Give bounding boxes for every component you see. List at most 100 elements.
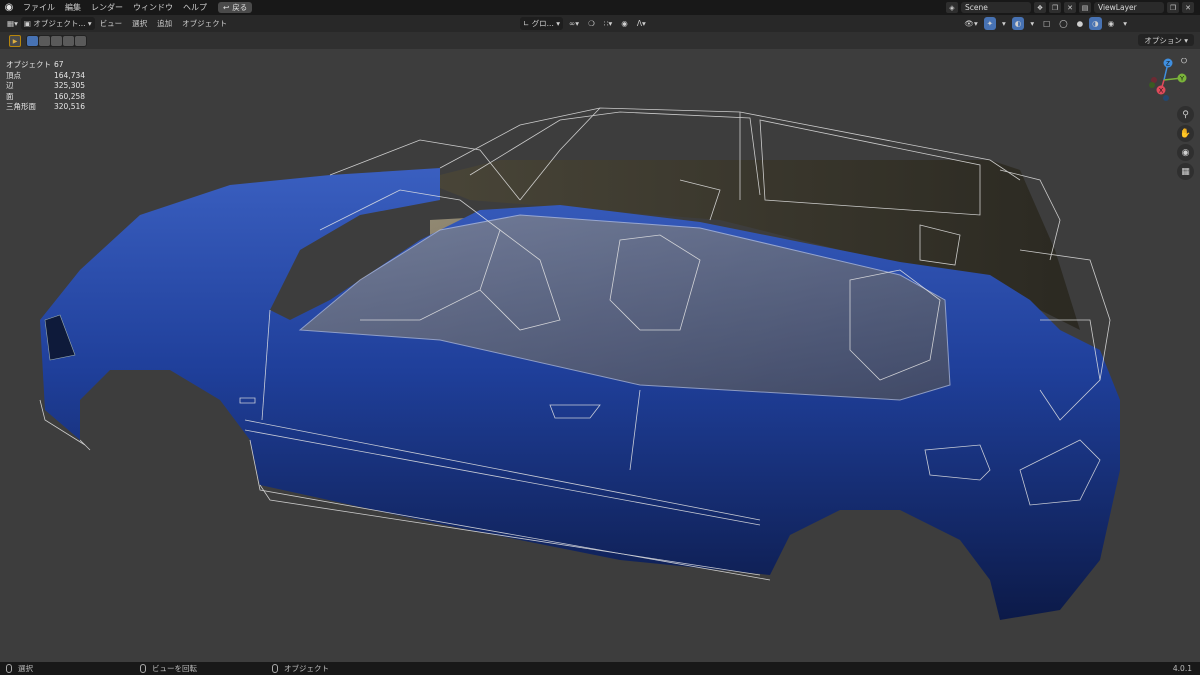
rendered-shading-icon[interactable]: ◉ — [1105, 17, 1118, 30]
gizmo-y-label: Y — [1180, 76, 1185, 83]
wireframe-shading-icon[interactable]: ◯ — [1056, 17, 1070, 30]
menu-render[interactable]: レンダー — [86, 0, 128, 15]
options-label: オプション — [1144, 35, 1182, 45]
navigation-gizmo[interactable]: Z Y X — [1140, 58, 1190, 108]
status-rotate: ビューを回転 — [140, 663, 197, 674]
viewport-header: ▦▾ ▣ オブジェクト... ▾ ビュー 選択 追加 オブジェクト ∟ グロ..… — [0, 15, 1200, 32]
menu-object[interactable]: オブジェクト — [177, 18, 232, 29]
orientation-icon: ∟ — [523, 19, 532, 28]
new-scene-icon[interactable]: ❐ — [1049, 2, 1061, 13]
snap-target-icon[interactable]: ∷▾ — [601, 17, 616, 30]
gizmo-menu-icon[interactable]: ▾ — [999, 17, 1009, 30]
select-tool-icon[interactable]: ▶ — [9, 35, 21, 47]
select-extend-icon[interactable] — [39, 36, 50, 46]
view-layer-name: ViewLayer — [1098, 3, 1137, 12]
scene-field[interactable]: Scene — [961, 2, 1031, 13]
solid-shading-icon[interactable]: ● — [1074, 17, 1087, 30]
stat-label: 頂点 — [6, 70, 21, 80]
scene-statistics: オブジェクト 67 頂点 164,734 辺 325,305 面 160,258 三角形… — [6, 60, 85, 113]
stat-value: 320,516 — [54, 102, 86, 111]
status-object-label: オブジェクト — [284, 664, 329, 673]
back-icon: ↩ — [223, 3, 230, 12]
snap-icon[interactable]: ❍ — [585, 17, 598, 30]
close-view-layer-icon[interactable]: ✕ — [1182, 2, 1194, 13]
mode-label: オブジェクト... — [33, 19, 86, 28]
stat-value: 160,258 — [54, 91, 86, 101]
new-view-layer-icon[interactable]: ❐ — [1167, 2, 1179, 13]
menu-add[interactable]: 追加 — [152, 18, 177, 29]
chevron-down-icon: ▾ — [1181, 35, 1188, 45]
tool-settings-row: ▶ オプション ▾ — [0, 32, 1200, 49]
view-layer-field[interactable]: ViewLayer — [1094, 2, 1164, 13]
mouse-right-icon — [272, 664, 278, 673]
gizmo-neg-z[interactable] — [1163, 95, 1169, 101]
close-scene-icon[interactable]: ✕ — [1064, 2, 1076, 13]
stat-label: 辺 — [6, 81, 14, 90]
mode-dropdown[interactable]: ▣ オブジェクト... ▾ — [20, 17, 95, 30]
top-bar: ◉ ファイル 編集 レンダー ウィンドウ ヘルプ ↩ 戻る ◈ Scene ❖ … — [0, 0, 1200, 15]
stat-value: 325,305 — [54, 81, 86, 90]
transform-orientation-dropdown[interactable]: ∟ グロ... ▾ — [520, 17, 563, 30]
back-label: 戻る — [232, 3, 248, 12]
menu-edit[interactable]: 編集 — [60, 0, 86, 15]
gizmo-z-label: Z — [1166, 61, 1170, 68]
chevron-down-icon: ▾ — [85, 19, 92, 28]
selection-mode-group — [26, 35, 87, 47]
gizmo-neg-y[interactable] — [1149, 82, 1155, 88]
pivot-icon[interactable]: ∞▾ — [566, 17, 582, 30]
3d-viewport[interactable] — [0, 49, 1200, 662]
version-label: 4.0.1 — [1172, 664, 1192, 673]
gizmo-x-label: X — [1159, 88, 1164, 95]
zoom-icon[interactable]: ⚲ — [1177, 106, 1194, 123]
falloff-icon[interactable]: Λ▾ — [634, 17, 649, 30]
status-select-label: 選択 — [18, 664, 33, 673]
stat-label: 三角形面 — [6, 102, 36, 111]
options-dropdown[interactable]: オプション ▾ — [1138, 34, 1194, 46]
stat-row: 面 160,258 — [6, 92, 85, 103]
overlay-toggle-icon[interactable]: ◐ — [1011, 17, 1025, 30]
visibility-icon[interactable]: 👁▾ — [961, 17, 980, 30]
menu-select[interactable]: 選択 — [127, 18, 152, 29]
grid-icon[interactable]: ▦ — [1177, 163, 1194, 180]
scene-name: Scene — [965, 3, 988, 12]
select-intersect-icon[interactable] — [75, 36, 86, 46]
stat-row: オブジェクト 67 — [6, 60, 85, 71]
overlay-menu-icon[interactable]: ▾ — [1027, 17, 1037, 30]
proportional-edit-icon[interactable]: ◉ — [618, 17, 631, 30]
menu-file[interactable]: ファイル — [18, 0, 60, 15]
status-select: 選択 — [6, 663, 33, 674]
object-mode-icon: ▣ — [23, 19, 34, 28]
stat-value: 164,734 — [54, 70, 86, 80]
stat-value: 67 — [54, 60, 64, 69]
chevron-down-icon: ▾ — [553, 19, 560, 28]
menu-view[interactable]: ビュー — [95, 18, 128, 29]
material-shading-icon[interactable]: ◑ — [1089, 17, 1102, 30]
stat-row: 頂点 164,734 — [6, 71, 85, 82]
mouse-middle-icon — [140, 664, 146, 673]
gizmo-toggle-icon[interactable]: ✦ — [983, 17, 997, 30]
xray-icon[interactable]: □ — [1040, 17, 1053, 30]
stat-row: 三角形面 320,516 — [6, 102, 85, 113]
select-subtract-icon[interactable] — [51, 36, 62, 46]
menu-window[interactable]: ウィンドウ — [128, 0, 178, 15]
back-button[interactable]: ↩ 戻る — [218, 2, 253, 13]
select-invert-icon[interactable] — [63, 36, 74, 46]
scene-icon[interactable]: ◈ — [946, 2, 958, 13]
stat-row: 辺 325,305 — [6, 81, 85, 92]
view-layer-icon[interactable]: ▤ — [1079, 2, 1091, 13]
stat-label: オブジェクト — [6, 60, 51, 69]
editor-type-button[interactable]: ▦▾ — [4, 17, 21, 30]
stat-label: 面 — [6, 91, 14, 101]
select-new-icon[interactable] — [27, 36, 38, 46]
pin-icon[interactable]: ❖ — [1034, 2, 1046, 13]
editor-type-icon: ▦▾ — [7, 19, 18, 28]
camera-icon[interactable]: ◉ — [1177, 144, 1194, 161]
blender-logo-icon[interactable]: ◉ — [0, 0, 18, 15]
shading-menu-icon[interactable]: ▾ — [1120, 17, 1130, 30]
status-object: オブジェクト — [272, 663, 329, 674]
car-model[interactable] — [0, 49, 1200, 662]
menu-help[interactable]: ヘルプ — [178, 0, 212, 15]
mouse-left-icon — [6, 664, 12, 673]
status-rotate-label: ビューを回転 — [152, 664, 197, 673]
pan-hand-icon[interactable]: ✋ — [1177, 125, 1194, 142]
